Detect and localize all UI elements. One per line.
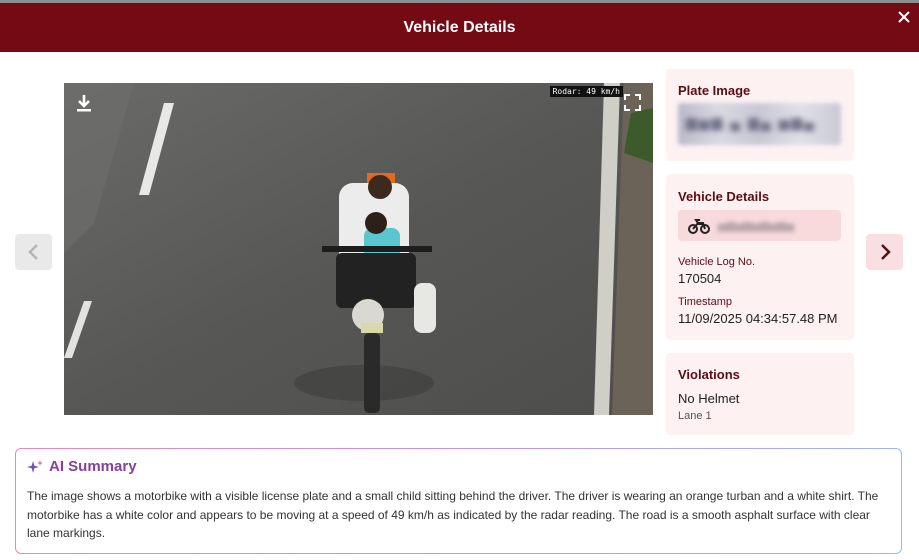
vehicle-registration-chip: ▅▆▅▆▅▆▅▆▅ [678, 210, 841, 241]
violations-card: Violations No Helmet Lane 1 [666, 353, 854, 435]
vehicle-photo: Rodar: 49 km/h [64, 83, 653, 415]
dialog-header: Vehicle Details [0, 3, 919, 52]
vehicle-card-title: Vehicle Details [678, 189, 770, 204]
ai-summary-text: The image shows a motorbike with a visib… [27, 489, 879, 540]
violation-type: No Helmet [678, 391, 740, 406]
radar-speed-overlay: Rodar: 49 km/h [549, 86, 623, 97]
close-icon[interactable] [895, 9, 913, 27]
sparkle-icon [27, 459, 43, 473]
timestamp-value: 11/09/2025 04:34:57.48 PM [678, 311, 838, 326]
download-icon[interactable] [74, 93, 94, 113]
registration-number-redacted: ▅▆▅▆▅▆▅▆▅ [718, 220, 795, 232]
plate-image: ▆▅▆ ▄ ▆▄ ▅▆▄ [678, 103, 841, 145]
dialog-title: Vehicle Details [403, 18, 516, 36]
plate-image-card: Plate Image ▆▅▆ ▄ ▆▄ ▅▆▄ [666, 69, 854, 161]
motorbike-icon [688, 219, 710, 234]
violations-card-title: Violations [678, 367, 740, 382]
vehicle-log-label: Vehicle Log No. [678, 256, 756, 268]
previous-button[interactable] [15, 234, 52, 270]
lane-label: Lane 1 [678, 410, 712, 422]
vehicle-log-value: 170504 [678, 271, 722, 286]
chevron-left-icon [27, 244, 38, 260]
vehicle-details-card: Vehicle Details ▅▆▅▆▅▆▅▆▅ Vehicle Log No… [666, 174, 854, 340]
next-button[interactable] [866, 234, 903, 270]
ai-summary-panel: AI Summary The image shows a motorbike w… [15, 448, 902, 554]
fullscreen-icon[interactable] [624, 94, 641, 111]
ai-summary-title: AI Summary [49, 458, 137, 475]
plate-card-title: Plate Image [678, 83, 751, 98]
chevron-right-icon [880, 244, 891, 260]
timestamp-label: Timestamp [678, 296, 732, 308]
